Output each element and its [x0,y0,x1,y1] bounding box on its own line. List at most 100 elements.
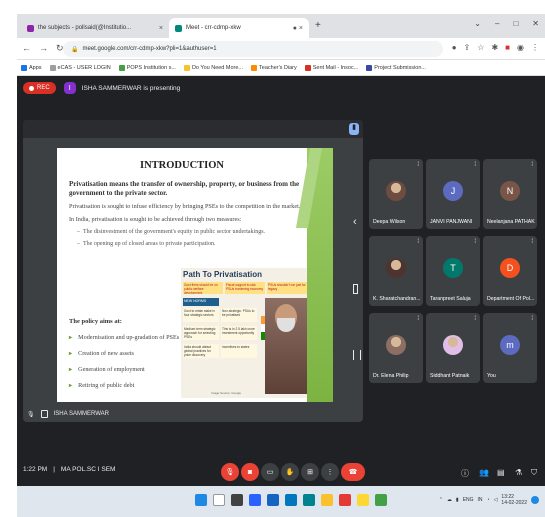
aim-item: ▸ Modernisation and up-gradation of PSEs [69,334,179,341]
edge-icon[interactable] [285,494,297,506]
system-tray: ⌃ ☁ ▮ ENG IN ◔ ◁ 13:22 14-02-2022 [439,494,539,506]
language-indicator[interactable]: ENG [463,497,474,503]
bookmark-item[interactable]: Do You Need More... [183,64,243,71]
captions-button[interactable]: ▭ [261,463,279,481]
people-icon[interactable]: 👥 [479,468,489,477]
widgets-icon[interactable] [249,494,261,506]
app-icon[interactable] [357,494,369,506]
screen: the subjects - pollsaid(@Institutio... ×… [17,14,545,517]
side-panel-icon[interactable] [353,284,358,294]
clock[interactable]: 13:22 14-02-2022 [501,494,527,506]
task-view-icon[interactable] [231,494,243,506]
separator: | [53,466,55,473]
notification-icon[interactable] [531,496,539,504]
camera-off-button[interactable]: ◙ [241,463,259,481]
participant-tile[interactable]: ⁞ T Taranpreet Saluja [426,236,480,306]
participant-tile[interactable]: ⁞ D Department Of Pol... [483,236,537,306]
share-icon[interactable]: ⇪ [464,43,471,52]
new-tab-button[interactable]: + [315,20,321,31]
chevron-down-icon[interactable]: ⌄ [474,19,481,28]
present-button[interactable]: ⊞ [301,463,319,481]
mic-muted-icon: ⁞ [417,239,419,245]
rec-label: REC [37,85,50,91]
profile-icon[interactable]: ◉ [517,43,524,52]
address-bar-row: ← → ↻ 🔒 meet.google.com/crr-cdmp-xkw?pli… [17,38,545,60]
participant-tile[interactable]: ⁞ Dr. Elena Philip [369,313,423,383]
minimize-button[interactable]: – [495,19,499,28]
slide-paragraph: Privatisation is sought to infuse effici… [69,203,301,210]
browser-tab-2[interactable]: Meet - crr-cdmp-xkw ● × [169,18,309,38]
bookmark-icon [118,64,125,71]
back-icon[interactable]: ← [22,43,31,54]
wifi-icon[interactable]: ◔ [487,497,490,503]
star-icon[interactable]: ☆ [477,43,484,52]
avatar: D [500,258,520,278]
avatar: N [500,181,520,201]
maximize-button[interactable]: □ [513,19,518,28]
participant-tile[interactable]: ⁞ J JANVI PANJWANI [426,159,480,229]
privatisation-infographic: Path To Privatisation Govt firms should … [181,268,307,398]
leave-call-button[interactable]: ☎ [341,463,365,481]
chat-icon[interactable]: ▤ [497,468,505,477]
recording-badge[interactable]: REC [23,82,56,94]
infographic-point: Govt firms should be on public welfare d… [183,282,223,294]
bookmark-item[interactable]: Project Submission... [366,64,426,71]
arrow-bullet-icon: ▸ [69,334,73,341]
file-explorer-icon[interactable] [321,494,333,506]
bookmark-item[interactable]: POPS Institution s... [118,64,176,71]
camera-icon[interactable]: ● [452,43,457,52]
participant-tile[interactable]: ⁞ m You [483,313,537,383]
store-icon[interactable] [303,494,315,506]
bookmark-label: Teacher's Diary [259,64,297,71]
browser-tab-1[interactable]: the subjects - pollsaid(@Institutio... × [21,18,169,38]
menu-icon[interactable]: ⋮ [531,43,539,52]
close-tab-icon[interactable]: × [159,25,163,32]
presentation-stage: ▮ INTRODUCTION Privatisation means the t… [23,120,363,422]
mic-off-button[interactable]: 🎙 [221,463,239,481]
chevron-left-icon[interactable]: ‹ [353,216,357,228]
close-tab-icon[interactable]: ● × [293,25,303,32]
url-field[interactable]: 🔒 meet.google.com/crr-cdmp-xkw?pli=1&aut… [63,41,443,57]
app-icon[interactable] [339,494,351,506]
participant-tile[interactable]: ⁞ Siddhant Patnaik [426,313,480,383]
search-icon[interactable] [213,494,225,506]
participant-name: Taranpreet Saluja [430,296,471,302]
cloud-icon[interactable]: ☁ [447,497,452,503]
side-panel-icon[interactable] [353,350,361,360]
recording-icon[interactable]: ■ [505,43,510,52]
participant-tile[interactable]: ⁞ K. Sharatchandran... [369,236,423,306]
start-icon[interactable] [195,494,207,506]
info-icon[interactable]: ⓘ [461,468,469,479]
bookmark-item[interactable]: Teacher's Diary [251,64,297,71]
activities-icon[interactable]: ⚗ [515,468,522,477]
bookmark-icon [183,64,190,71]
chevron-up-icon[interactable]: ⌃ [439,497,443,503]
avatar [386,181,406,201]
bookmark-icon [49,64,56,71]
slide-bullet: – The opening up of closed areas to priv… [77,241,216,247]
close-window-button[interactable]: ✕ [532,19,539,28]
host-controls-icon[interactable]: ⛉ [531,468,537,478]
bookmark-label: Sent Mail - Insoc... [312,64,359,71]
participant-tile[interactable]: ⁞ N Neelanjana PATHAK [483,159,537,229]
extension-icon[interactable]: ✱ [491,43,498,52]
bookmark-icon [21,64,27,71]
bookmark-item[interactable]: eCAS - USER LOGIN [49,64,111,71]
bookmark-label: POPS Institution s... [126,64,176,71]
slide-lead: Privatisation means the transfer of owne… [69,180,300,197]
avatar: T [443,258,463,278]
forward-icon[interactable]: → [39,43,48,54]
more-options-button[interactable]: ⋮ [321,463,339,481]
battery-icon[interactable]: ▮ [456,497,459,503]
chrome-icon[interactable] [375,494,387,506]
pin-icon[interactable]: ▮ [349,123,359,135]
raise-hand-button[interactable]: ✋ [281,463,299,481]
chat-app-icon[interactable] [267,494,279,506]
bookmark-item[interactable]: Apps [21,64,42,71]
lock-icon: 🔒 [71,46,79,53]
participant-tile[interactable]: ⁞ Deepa Wilson [369,159,423,229]
window-controls: ⌄ – □ ✕ [474,19,539,28]
volume-icon[interactable]: ◁ [494,497,498,503]
bookmark-item[interactable]: Sent Mail - Insoc... [304,64,359,71]
avatar: J [443,181,463,201]
